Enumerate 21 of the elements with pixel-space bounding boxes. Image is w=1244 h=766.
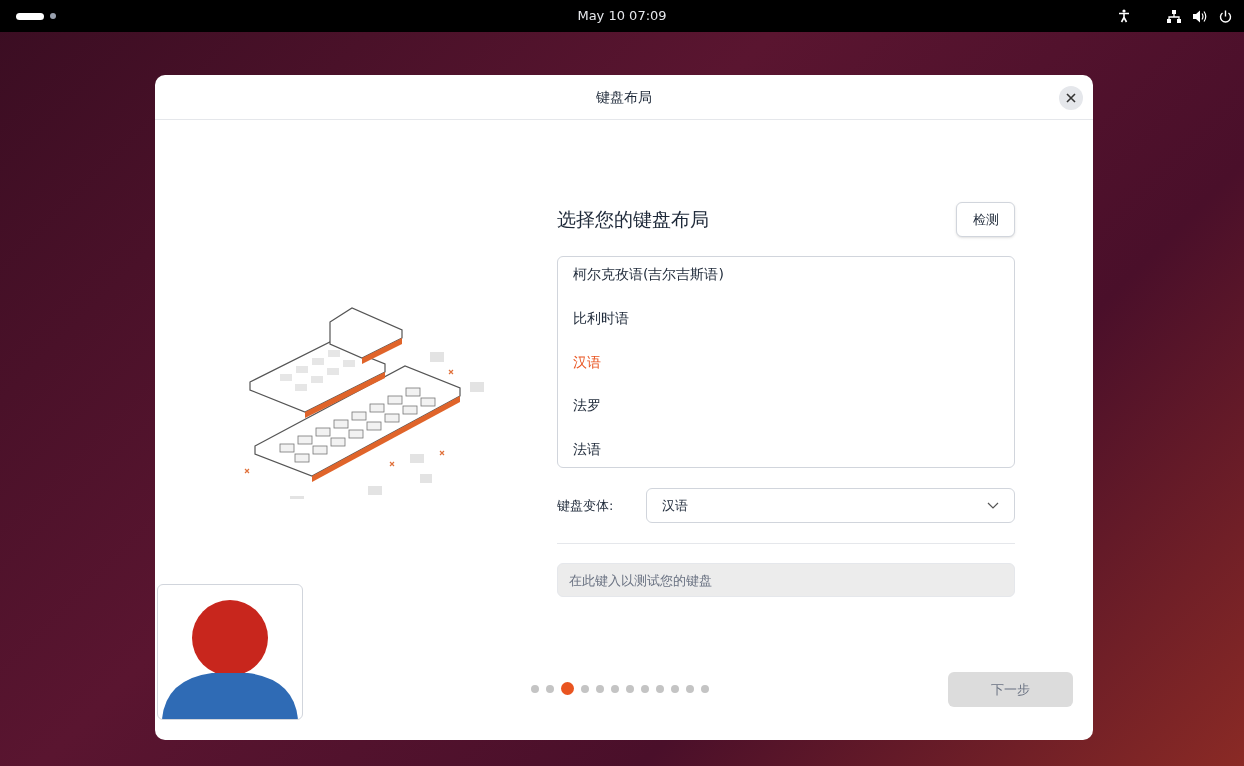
close-icon bbox=[1066, 93, 1076, 103]
section-heading: 选择您的键盘布局 bbox=[557, 207, 709, 233]
layout-list-item[interactable]: 法罗 bbox=[558, 391, 1014, 421]
layout-list-item[interactable]: 法语 bbox=[558, 435, 1014, 464]
dialog-title: 键盘布局 bbox=[596, 87, 652, 107]
clock[interactable]: May 10 07:09 bbox=[577, 6, 667, 26]
volume-icon[interactable] bbox=[1193, 9, 1207, 23]
layout-list-item[interactable]: 比利时语 bbox=[558, 303, 1014, 333]
dropdown-value: 汉语 bbox=[662, 496, 688, 515]
layout-list-item[interactable]: 柯尔克孜语(吉尔吉斯语) bbox=[558, 260, 1014, 289]
detect-button[interactable]: 检测 bbox=[956, 202, 1015, 237]
test-input-field[interactable]: 在此键入以测试您的键盘 bbox=[557, 563, 1015, 597]
power-icon[interactable] bbox=[1219, 9, 1232, 23]
workspace-indicator-icon[interactable] bbox=[16, 12, 56, 20]
variant-dropdown[interactable]: 汉语 bbox=[646, 488, 1015, 523]
layout-list-item[interactable]: 汉语 bbox=[558, 347, 1014, 377]
chevron-down-icon bbox=[987, 502, 999, 509]
close-button[interactable] bbox=[1059, 86, 1083, 110]
accessibility-icon[interactable] bbox=[1117, 9, 1131, 23]
network-icon[interactable] bbox=[1167, 9, 1181, 23]
variant-label: 键盘变体: bbox=[557, 496, 615, 515]
